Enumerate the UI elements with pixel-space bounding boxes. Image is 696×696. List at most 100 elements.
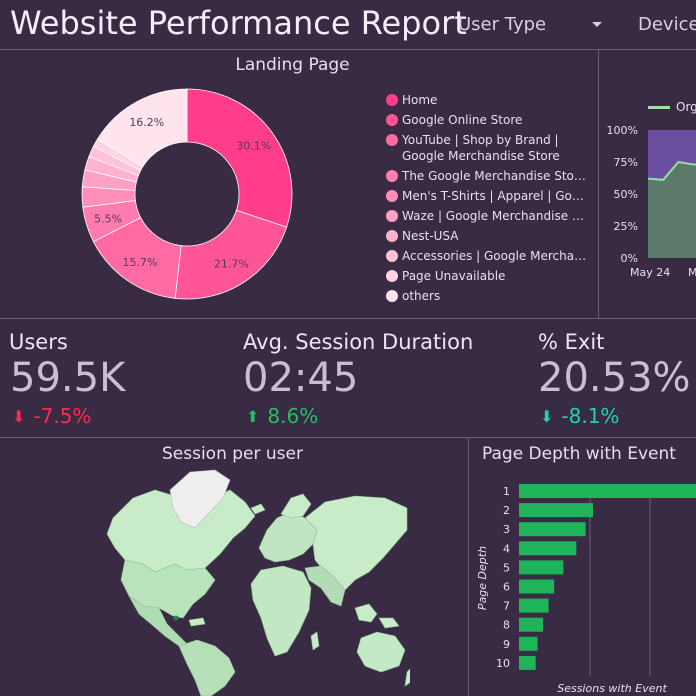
legend-label: Men's T-Shirts | Apparel | Google... [402,189,590,203]
legend-label: The Google Merchandise Store -... [402,169,590,183]
y-tick-label: 2 [503,504,510,517]
landing-page-donut-chart[interactable]: 30.1% 21.7% 15.7% 5.5% 16.2% [80,82,300,307]
exit-delta: ⬇ -8.1% [540,404,619,428]
donut-slice-label: 15.7% [123,256,158,269]
avg-session-duration-label: Avg. Session Duration [243,330,474,354]
legend-swatch [386,210,398,222]
map-marker [173,615,179,621]
y-tick-label: 5 [503,561,510,574]
world-map[interactable] [55,468,410,696]
users-delta: ⬇ -7.5% [12,404,91,428]
y-tick-label: 1 [503,485,510,498]
y-tick-label: 0% [621,252,638,265]
header-divider [0,49,696,50]
donut-hole [136,143,238,245]
legend-swatch [386,250,398,262]
report-title: Website Performance Report [10,4,467,42]
panel-divider [598,49,599,318]
bar[interactable] [519,484,696,498]
y-tick-label: 7 [503,600,510,613]
x-tick-label: May 24 [630,266,670,279]
x-tick-label: M [688,266,696,279]
user-type-filter-label: User Type [458,14,547,35]
legend-swatch [386,230,398,242]
map-africa [250,565,312,657]
legend-label: Accessories | Google Merchandis... [402,249,590,263]
legend-swatch [648,105,670,109]
page-depth-bar-chart[interactable]: 1 2 3 4 5 6 7 8 9 10 Page Depth Sessions with Event [470,476,696,696]
legend-label: Home [402,93,438,107]
timeline-legend-label: Org [676,100,696,114]
bar[interactable] [519,522,586,537]
map-south-america [178,639,236,696]
y-tick-label: 9 [503,638,510,651]
y-tick-label: 8 [503,619,510,632]
y-tick-label: 4 [503,542,510,555]
map-australia [356,631,406,673]
y-tick-label: 10 [496,657,510,670]
exit-value: 20.53% [538,355,691,401]
legend-label: others [402,289,441,303]
legend-item[interactable]: others [386,288,592,304]
exit-label: % Exit [538,330,605,354]
exit-delta-value: -8.1% [561,404,620,428]
bar[interactable] [519,541,577,556]
bar[interactable] [519,598,549,613]
donut-slice-label: 5.5% [94,212,122,225]
arrow-up-icon: ⬆ [246,406,260,426]
legend-item[interactable]: Men's T-Shirts | Apparel | Google... [386,188,592,204]
legend-swatch [386,290,398,302]
chevron-down-icon [592,22,603,27]
section-divider [0,318,696,319]
bar[interactable] [519,579,555,594]
legend-swatch [386,134,398,146]
y-tick-label: 25% [614,220,638,233]
legend-label: Google Online Store [402,113,523,127]
legend-swatch [386,270,398,282]
landing-page-legend: Home Google Online Store YouTube | Shop by… [386,92,592,308]
section-divider [0,437,696,438]
y-tick-label: 50% [614,188,638,201]
bar[interactable] [519,655,536,670]
bar[interactable] [519,636,538,651]
legend-label: Page Unavailable [402,269,506,283]
users-delta-value: -7.5% [33,404,92,428]
arrow-down-icon: ⬇ [540,406,554,426]
avg-session-duration-delta-value: 8.6% [267,404,319,428]
legend-item[interactable]: The Google Merchandise Store -... [386,168,592,184]
legend-swatch [386,114,398,126]
legend-item[interactable]: Waze | Google Merchandise Store [386,208,592,224]
user-type-filter[interactable]: User Type [458,14,603,35]
device-filter-label: Device [638,14,696,35]
y-axis-label: Page Depth [476,546,489,610]
legend-label: Waze | Google Merchandise Store [402,209,590,223]
legend-swatch [386,190,398,202]
timeline-chart[interactable]: 100% 75% 50% 25% 0%May 24 M [600,118,696,284]
donut-slice-label: 21.7% [214,258,249,271]
bar[interactable] [519,560,564,575]
x-axis-label: Sessions with Event [557,682,667,695]
legend-item[interactable]: YouTube | Shop by Brand | Google Merchan… [386,132,592,164]
bar[interactable] [519,617,544,632]
y-tick-label: 100% [607,124,638,137]
legend-label: YouTube | Shop by Brand | Google Merchan… [402,133,560,163]
legend-item[interactable]: Google Online Store [386,112,592,128]
avg-session-duration-value: 02:45 [243,355,359,401]
y-tick-label: 3 [503,523,510,536]
legend-item[interactable]: Nest-USA [386,228,592,244]
legend-item[interactable]: Page Unavailable [386,268,592,284]
legend-swatch [386,170,398,182]
page-depth-title: Page Depth with Event [482,444,676,464]
legend-item[interactable]: Home [386,92,592,108]
device-filter[interactable]: Device [638,14,696,35]
bar[interactable] [519,503,593,518]
legend-label: Nest-USA [402,229,459,243]
legend-swatch [386,94,398,106]
y-tick-label: 75% [614,156,638,169]
donut-slice-label: 30.1% [236,140,271,153]
map-title: Session per user [162,444,303,464]
donut-slice-label: 16.2% [129,116,164,129]
legend-item[interactable]: Accessories | Google Merchandis... [386,248,592,264]
panel-divider [468,437,469,696]
users-label: Users [9,330,68,354]
